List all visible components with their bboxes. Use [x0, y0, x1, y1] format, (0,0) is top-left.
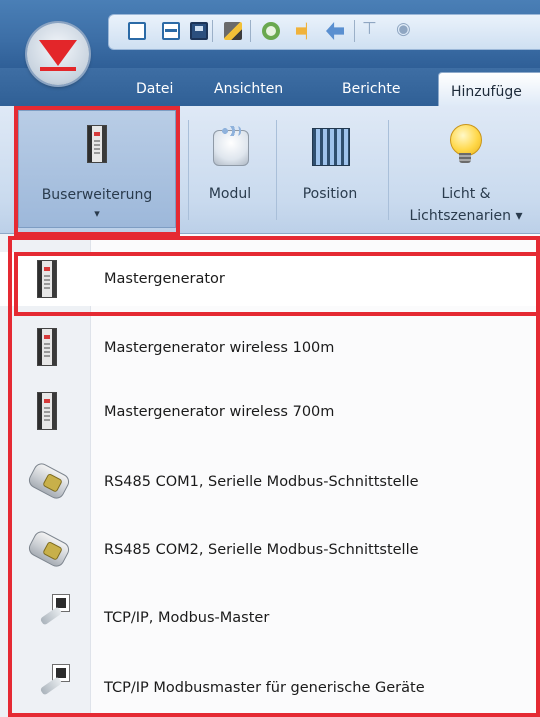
menu-item-mastergenerator[interactable]: Mastergenerator [0, 252, 540, 306]
menu-item-tcpip-modbus-master[interactable]: TCP/IP, Modbus-Master [0, 590, 540, 644]
licht-lichtszenarien-button[interactable]: Licht & Lichtszenarien ▾ [392, 110, 540, 228]
tab-berichte[interactable]: Berichte [342, 80, 401, 98]
toolbar-separator [354, 20, 355, 42]
buserweiterung-button[interactable]: Buserweiterung ▾ [18, 110, 176, 228]
app-logo[interactable] [27, 23, 89, 85]
device-icon [37, 392, 57, 430]
modul-button[interactable]: Modul [190, 110, 270, 228]
serial-port-icon [26, 460, 72, 502]
toolbar-separator [212, 20, 213, 42]
building-icon [312, 128, 350, 166]
ribbon-separator [388, 120, 389, 220]
menu-item-label: Mastergenerator [104, 271, 225, 287]
menu-item-tcpip-modbusmaster-generisch[interactable]: TCP/IP Modbusmaster für generische Gerät… [0, 660, 540, 714]
toolbar-separator [250, 20, 251, 42]
tab-ansichten[interactable]: Ansichten [214, 80, 283, 98]
serial-port-icon [26, 528, 72, 570]
open-document-icon[interactable] [162, 22, 180, 40]
save-icon[interactable] [190, 22, 208, 40]
licht-label-line1: Licht & [441, 186, 491, 202]
device-icon [37, 260, 57, 298]
ribbon-separator [276, 120, 277, 220]
network-tree-icon[interactable]: ⊤ [362, 19, 377, 39]
module-icon [213, 126, 249, 166]
wireless-icon[interactable]: ◉ [396, 19, 411, 39]
menu-item-label: RS485 COM2, Serielle Modbus-Schnittstell… [104, 542, 419, 558]
menu-item-label: Mastergenerator wireless 100m [104, 340, 335, 356]
position-button[interactable]: Position [278, 110, 382, 228]
network-plug-icon [40, 594, 70, 628]
menu-item-label: TCP/IP, Modbus-Master [104, 610, 270, 626]
dropdown-arrow-icon: ▾ [94, 207, 100, 220]
bus-extension-device-icon [87, 125, 107, 163]
menu-item-mastergenerator-wireless-700m[interactable]: Mastergenerator wireless 700m [0, 386, 540, 440]
tab-hinzufuegen[interactable]: Hinzufüge [438, 72, 540, 106]
modul-label: Modul [208, 186, 252, 202]
device-icon [37, 328, 57, 366]
light-bulb-icon [450, 124, 482, 163]
tab-datei[interactable]: Datei [136, 80, 173, 98]
licht-label-line2: Lichtszenarien ▾ [409, 208, 523, 224]
menu-item-rs485-com1[interactable]: RS485 COM1, Serielle Modbus-Schnittstell… [0, 454, 540, 508]
ribbon-separator [188, 120, 189, 220]
settings-gear-icon[interactable] [262, 22, 280, 40]
menu-item-rs485-com2[interactable]: RS485 COM2, Serielle Modbus-Schnittstell… [0, 522, 540, 576]
new-document-icon[interactable] [128, 22, 146, 40]
network-plug-icon [40, 664, 70, 698]
menu-item-label: Mastergenerator wireless 700m [104, 404, 335, 420]
menu-item-label: RS485 COM1, Serielle Modbus-Schnittstell… [104, 474, 419, 490]
edit-icon[interactable] [224, 22, 242, 40]
menu-item-mastergenerator-wireless-100m[interactable]: Mastergenerator wireless 100m [0, 322, 540, 376]
position-label: Position [302, 186, 358, 202]
menu-item-label: TCP/IP Modbusmaster für generische Gerät… [104, 680, 425, 696]
